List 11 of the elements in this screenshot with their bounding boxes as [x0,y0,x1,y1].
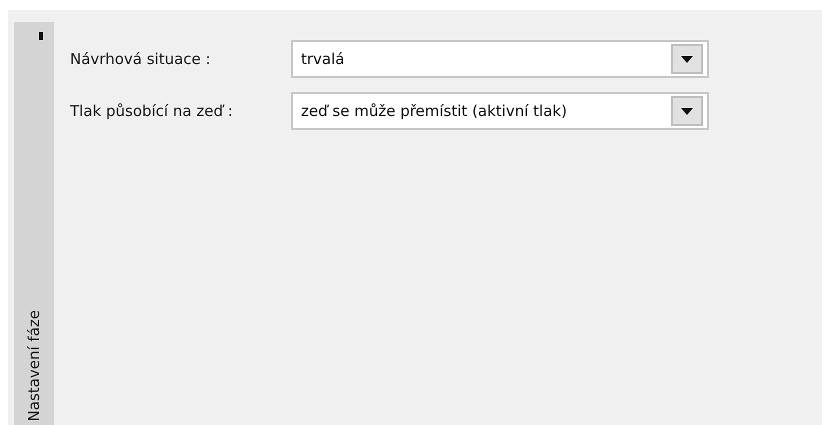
side-tab-label: Nastavení fáze [24,310,44,421]
dropdown-button[interactable] [671,96,703,126]
grip-icon [39,32,43,40]
dropdown-field[interactable]: trvalá [291,40,709,78]
dropdown-button[interactable] [671,44,703,74]
side-tab[interactable]: Nastavení fáze [14,22,54,425]
dropdown-field[interactable]: zeď se může přemístit (aktivní tlak) [291,92,709,130]
field-label: Návrhová situace : [70,48,212,70]
field-label: Tlak působící na zeď : [70,100,234,122]
caret-icon [681,108,693,114]
caret-icon [681,56,693,62]
